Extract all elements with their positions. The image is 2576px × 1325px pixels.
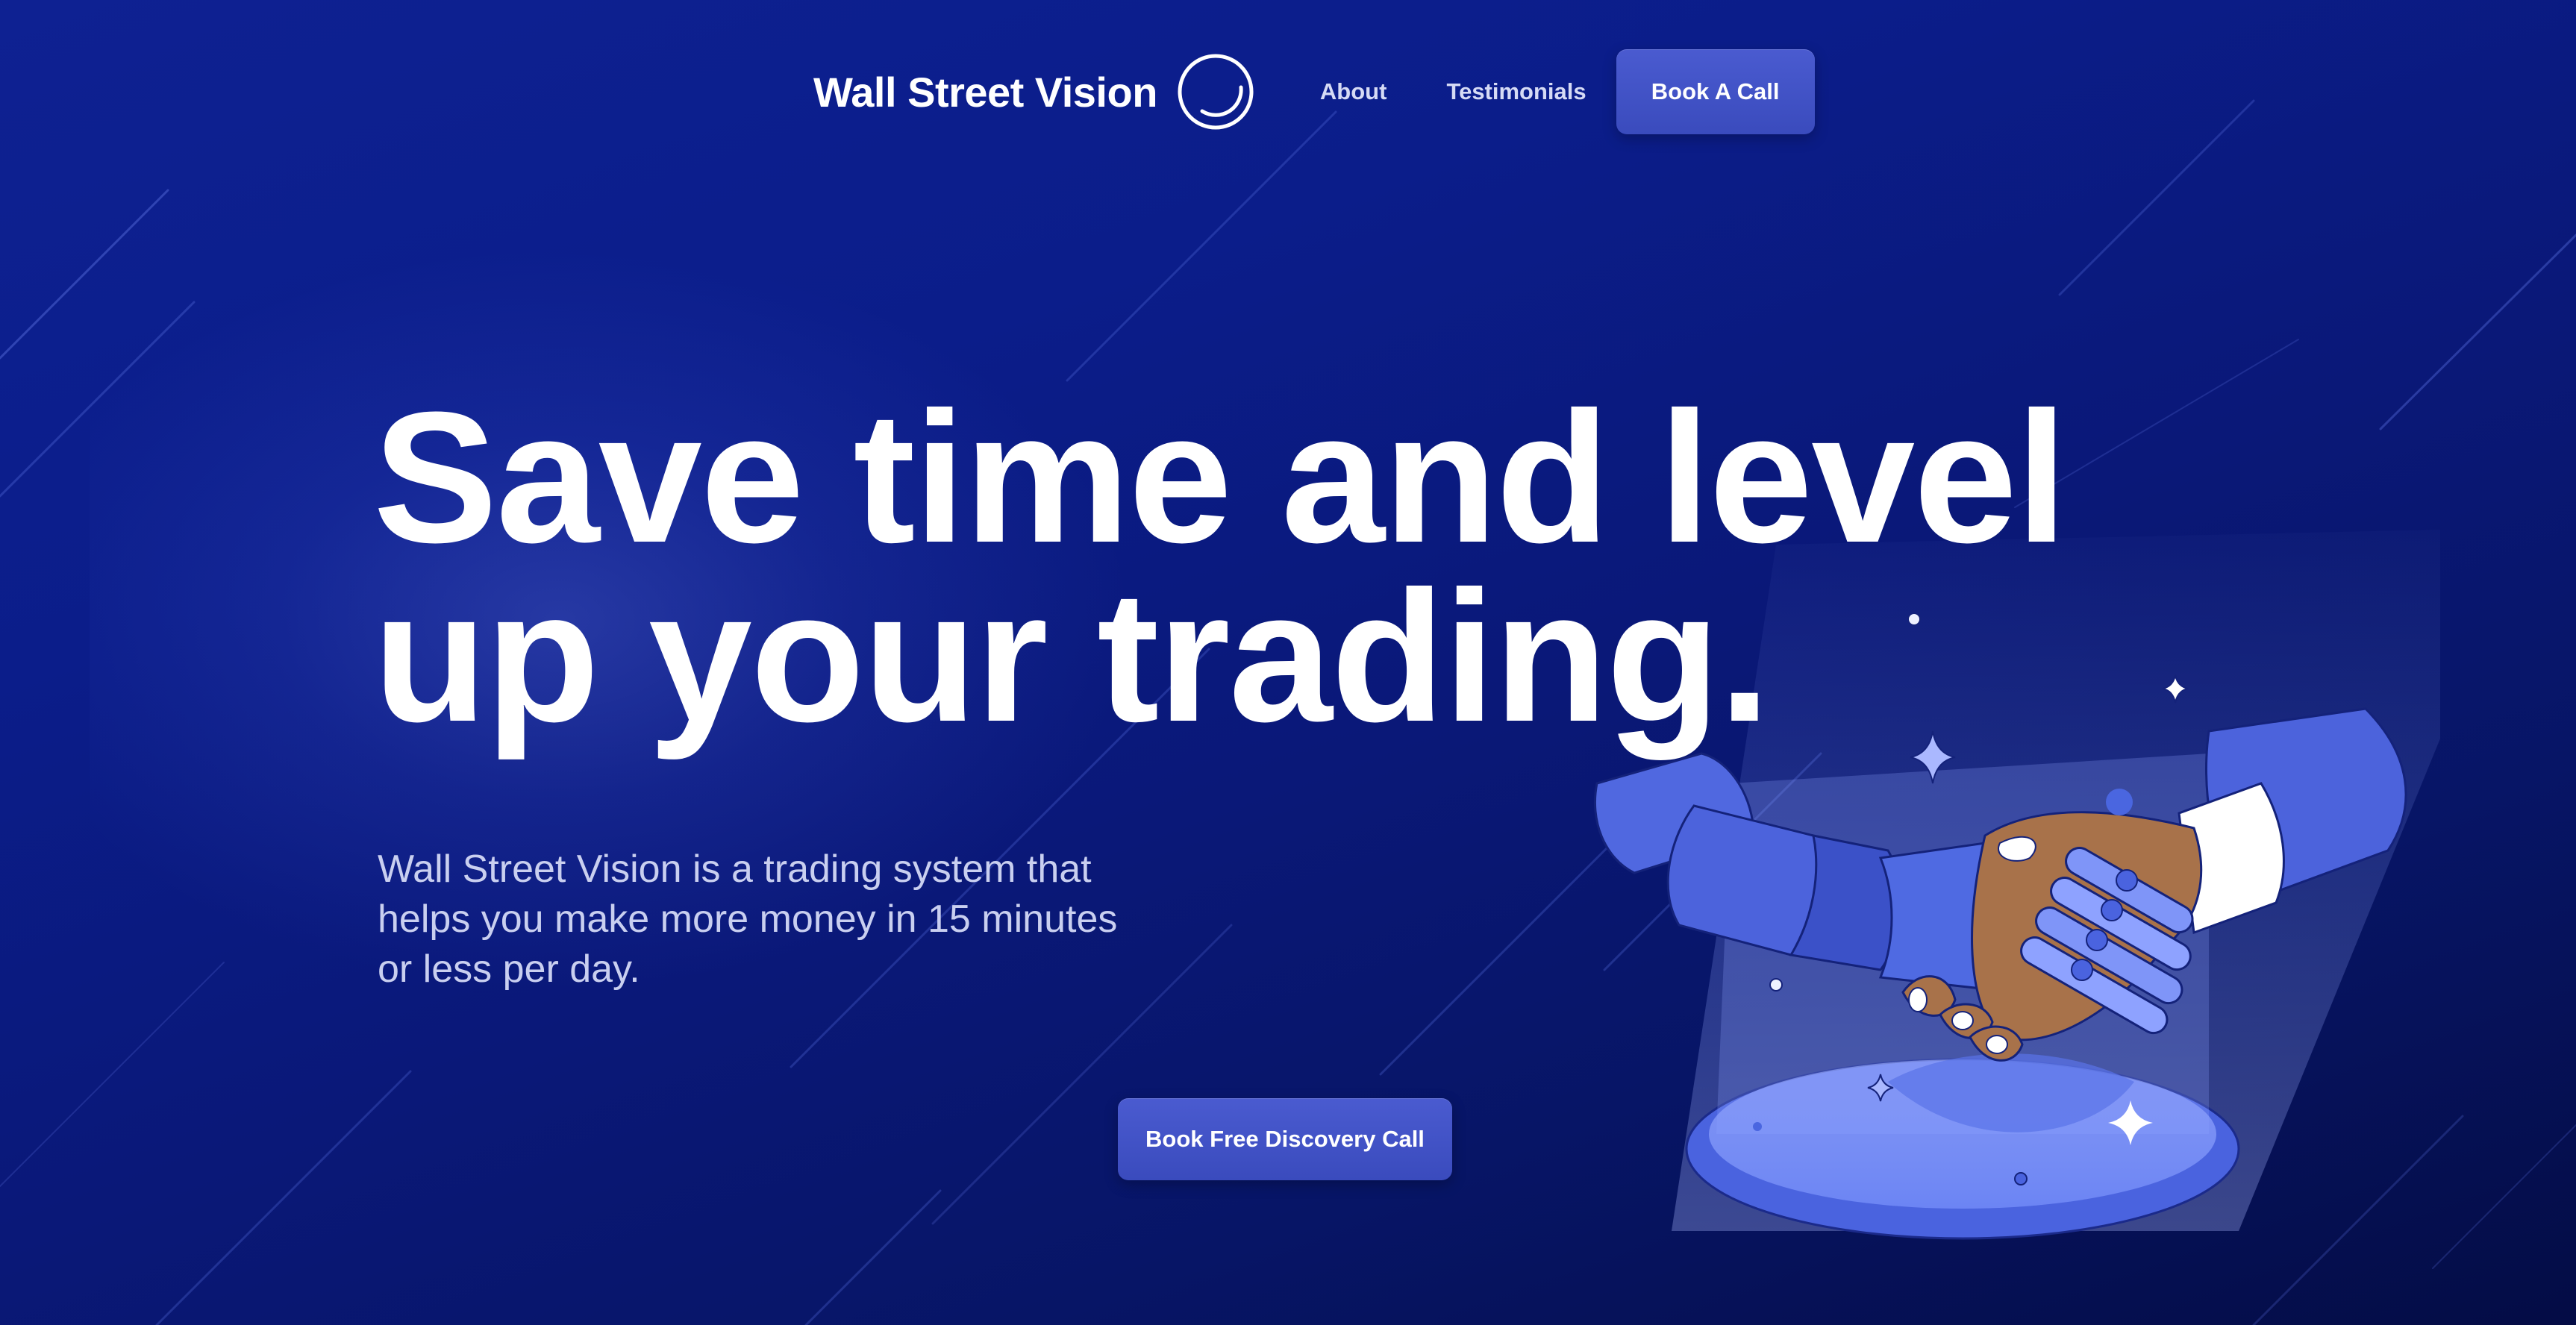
hero-title-line-2: up your trading. [373,552,1771,760]
hero-subtitle: Wall Street Vision is a trading system t… [378,848,1118,991]
hero-title-line-1: Save time and level [373,373,2068,581]
ring-logo-icon [1178,54,1254,130]
hero-title: Save time and level up your trading. [373,373,2068,760]
top-nav: Wall Street Vision About Testimonials Bo… [813,49,1815,134]
nav-link-about[interactable]: About [1320,78,1387,105]
brand-name: Wall Street Vision [813,68,1157,116]
brand-home-link[interactable]: Wall Street Vision [813,53,1254,131]
nav-link-testimonials[interactable]: Testimonials [1446,78,1586,105]
book-free-discovery-call-button[interactable]: Book Free Discovery Call [1118,1098,1452,1180]
book-a-call-button[interactable]: Book A Call [1616,49,1815,134]
